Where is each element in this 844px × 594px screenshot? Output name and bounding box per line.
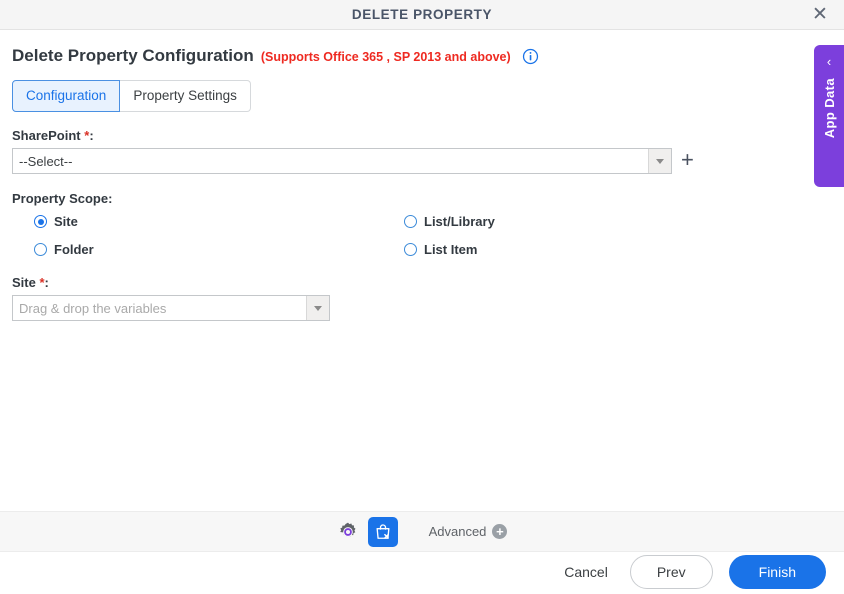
property-scope-label: Property Scope: — [12, 191, 832, 206]
site-label-text: Site — [12, 275, 36, 290]
finish-button[interactable]: Finish — [729, 555, 826, 589]
gear-icon[interactable] — [337, 521, 359, 543]
info-icon[interactable] — [522, 48, 539, 65]
sharepoint-field-row: --Select-- + — [12, 148, 832, 174]
window-title-bar: DELETE PROPERTY ✕ — [0, 0, 844, 30]
chevron-left-icon: ‹ — [827, 55, 831, 68]
prev-button[interactable]: Prev — [630, 555, 713, 589]
site-input[interactable]: Drag & drop the variables — [13, 296, 306, 320]
delete-property-bag-icon[interactable] — [368, 517, 398, 547]
radio-icon-list-item — [404, 243, 417, 256]
site-label-colon: : — [45, 275, 49, 290]
radio-label-list-library: List/Library — [424, 214, 495, 229]
site-input-wrapper[interactable]: Drag & drop the variables — [12, 295, 330, 321]
site-label: Site *: — [12, 275, 832, 290]
configuration-form: SharePoint *: --Select-- + Property Scop… — [0, 128, 844, 321]
cancel-button[interactable]: Cancel — [558, 563, 614, 581]
dialog-footer: Cancel Prev Finish — [0, 550, 844, 594]
radio-icon-site — [34, 215, 47, 228]
radio-option-folder[interactable]: Folder — [34, 242, 404, 257]
radio-label-site: Site — [54, 214, 78, 229]
app-data-label: App Data — [822, 78, 837, 138]
radio-label-list-item: List Item — [424, 242, 477, 257]
plus-circle-icon: + — [492, 524, 507, 539]
radio-option-list-item[interactable]: List Item — [404, 242, 832, 257]
radio-option-list-library[interactable]: List/Library — [404, 214, 832, 229]
radio-option-site[interactable]: Site — [34, 214, 404, 229]
property-scope-group: Site List/Library Folder List Item — [34, 214, 832, 257]
chevron-down-icon — [656, 159, 664, 164]
site-dropdown-button[interactable] — [306, 296, 329, 320]
page-heading: Delete Property Configuration (Supports … — [0, 30, 844, 66]
site-field-block: Site *: Drag & drop the variables — [12, 275, 832, 321]
advanced-label: Advanced — [429, 524, 487, 539]
window-title: DELETE PROPERTY — [352, 7, 492, 22]
page-title: Delete Property Configuration — [12, 46, 254, 66]
sharepoint-select[interactable]: --Select-- — [12, 148, 672, 174]
close-icon[interactable]: ✕ — [808, 3, 832, 27]
radio-icon-list-library — [404, 215, 417, 228]
sharepoint-label-colon: : — [89, 128, 93, 143]
radio-icon-folder — [34, 243, 47, 256]
app-data-panel-toggle[interactable]: ‹ App Data — [814, 45, 844, 187]
page-title-note: (Supports Office 365 , SP 2013 and above… — [261, 50, 511, 64]
tab-strip: Configuration Property Settings — [12, 80, 844, 112]
sharepoint-label-text: SharePoint — [12, 128, 81, 143]
sharepoint-dropdown-button[interactable] — [648, 149, 671, 173]
advanced-button[interactable]: Advanced + — [429, 524, 508, 539]
chevron-down-icon — [314, 306, 322, 311]
add-sharepoint-button[interactable]: + — [681, 149, 694, 174]
sharepoint-label: SharePoint *: — [12, 128, 832, 143]
tab-configuration[interactable]: Configuration — [12, 80, 120, 112]
radio-label-folder: Folder — [54, 242, 94, 257]
sharepoint-select-value: --Select-- — [13, 149, 648, 173]
tab-property-settings[interactable]: Property Settings — [120, 80, 251, 112]
bottom-toolbar: Advanced + — [0, 511, 844, 552]
